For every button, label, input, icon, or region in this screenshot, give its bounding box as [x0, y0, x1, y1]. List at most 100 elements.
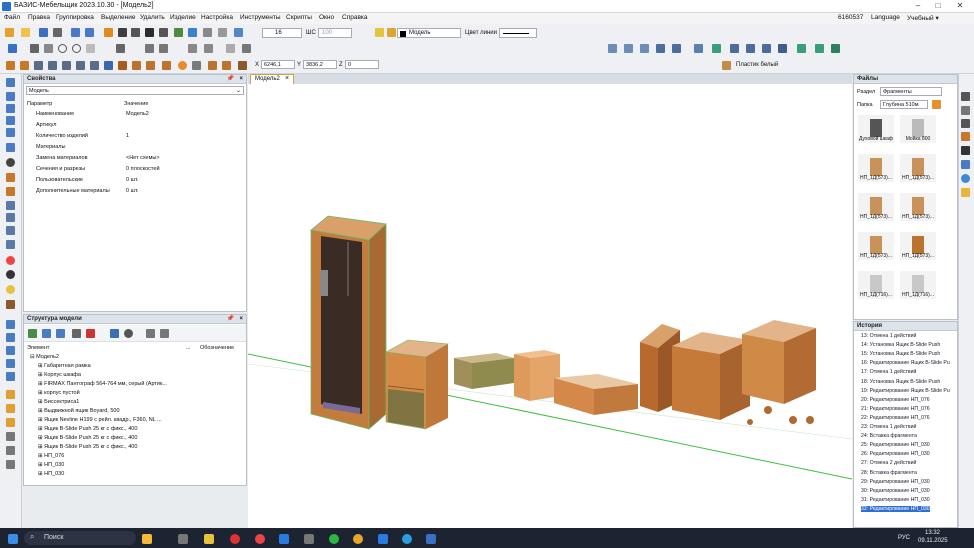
start-icon[interactable]	[8, 534, 18, 544]
panel-tool-8-icon[interactable]	[104, 61, 113, 70]
panel-tool-3-icon[interactable]	[34, 61, 43, 70]
scissors-icon[interactable]	[218, 28, 227, 37]
struct-tool-9-icon[interactable]	[160, 329, 169, 338]
panel-tool-14-icon[interactable]	[222, 61, 231, 70]
shade-icon[interactable]	[712, 44, 721, 53]
app-2-icon[interactable]	[304, 534, 314, 544]
zoom-tool-icon[interactable]	[6, 446, 15, 455]
vtool-23-icon[interactable]	[6, 418, 15, 427]
vtool-10-icon[interactable]	[6, 226, 15, 235]
line-width-select[interactable]: 16	[262, 28, 302, 38]
history-item[interactable]: 24: Вставка фрагмента	[861, 433, 917, 439]
pencil-icon[interactable]	[203, 28, 212, 37]
drawer-cabinet[interactable]	[385, 339, 449, 430]
property-value[interactable]: 0 шт.	[126, 188, 138, 194]
tree-item[interactable]: ⊞ Биссектриса1	[38, 399, 79, 405]
coord-z-field[interactable]: 0	[345, 60, 379, 69]
vtool-1-icon[interactable]	[6, 78, 15, 87]
material-icon[interactable]	[831, 44, 840, 53]
history-item[interactable]: 15: Установка Ящик B-Slide Push	[861, 351, 940, 357]
folder-up-icon[interactable]	[932, 100, 941, 109]
zoom-icon[interactable]	[279, 534, 289, 544]
menu-grouping[interactable]: Группировка	[56, 14, 94, 21]
panel-tool-4-icon[interactable]	[48, 61, 57, 70]
history-item[interactable]: 22: Редактирование НП_076	[861, 415, 930, 421]
vtool-21-icon[interactable]	[6, 390, 15, 399]
cursor-icon[interactable]	[8, 44, 17, 53]
tree-item[interactable]: ⊞ Габаритная рамка	[38, 363, 91, 369]
camera-icon[interactable]	[797, 44, 806, 53]
rtool-8-icon[interactable]	[961, 188, 970, 197]
rtool-2-icon[interactable]	[961, 106, 970, 115]
tree-item[interactable]: ⊞ Ящик Nevline H199 с рейл. квадр., F360…	[38, 417, 162, 423]
shc-select[interactable]: 100	[318, 28, 352, 38]
history-item[interactable]: 17: Отмена 1 действий	[861, 369, 916, 375]
render-icon[interactable]	[694, 44, 703, 53]
arrow-select-icon[interactable]	[188, 28, 197, 37]
vtool-9-icon[interactable]	[6, 213, 15, 222]
struct-tool-5-icon[interactable]	[86, 329, 95, 338]
panel-tool-5-icon[interactable]	[62, 61, 71, 70]
panel-tool-12-icon[interactable]	[162, 61, 171, 70]
viewport[interactable]	[247, 84, 853, 528]
struct-tool-1-icon[interactable]	[28, 329, 37, 338]
panel-tool-7-icon[interactable]	[90, 61, 99, 70]
zoom-window-icon[interactable]	[746, 44, 755, 53]
tree-item[interactable]: ⊞ НП_076	[38, 453, 64, 459]
struct-tool-3-icon[interactable]	[56, 329, 65, 338]
vtool-19-icon[interactable]	[6, 359, 15, 368]
light-icon[interactable]	[815, 44, 824, 53]
hatch-icon[interactable]	[204, 44, 213, 53]
history-item[interactable]: 26: Редактирование НП_030	[861, 451, 930, 457]
measure-icon[interactable]	[226, 44, 235, 53]
history-item[interactable]: 25: Редактирование НП_030	[861, 442, 930, 448]
app-3-icon[interactable]	[378, 534, 388, 544]
history-item[interactable]: 30: Редактирование НП_030	[861, 488, 930, 494]
panel-tool-13-icon[interactable]	[208, 61, 217, 70]
property-value[interactable]: 0 шт.	[126, 177, 138, 183]
task-view-icon[interactable]	[178, 534, 188, 544]
vtool-26-icon[interactable]	[6, 460, 15, 469]
tall-cabinet[interactable]	[310, 215, 387, 430]
menu-help[interactable]: Справка	[342, 14, 368, 21]
tree-item[interactable]: ⊞ корпус пустой	[38, 390, 80, 396]
panel-tool-10-icon[interactable]	[132, 61, 141, 70]
whatsapp-icon[interactable]	[329, 534, 339, 544]
print-icon[interactable]	[53, 28, 62, 37]
tree-item[interactable]: ⊞ Ящик B-Slide Push 25 кг с фикс., 400	[38, 426, 137, 432]
trim-icon[interactable]	[159, 44, 168, 53]
rectangle-icon[interactable]	[44, 44, 53, 53]
coord-x-field[interactable]: 6246,1	[261, 60, 295, 69]
vtool-17-icon[interactable]	[6, 333, 15, 342]
fillet-icon[interactable]	[145, 44, 154, 53]
pinterest-icon[interactable]	[255, 534, 265, 544]
rtool-3-icon[interactable]	[961, 119, 970, 128]
fastener-icon[interactable]	[192, 61, 201, 70]
view-right-icon[interactable]	[656, 44, 665, 53]
pan-icon[interactable]	[778, 44, 787, 53]
panel-tool-11-icon[interactable]	[146, 61, 155, 70]
panel-tool-2-icon[interactable]	[20, 61, 29, 70]
view-top-icon[interactable]	[624, 44, 633, 53]
menu-file[interactable]: Файл	[4, 14, 20, 21]
drawer-box-3[interactable]	[554, 374, 638, 415]
spline-icon[interactable]	[116, 44, 125, 53]
wireframe-icon[interactable]	[730, 44, 739, 53]
sigma-icon[interactable]	[961, 146, 970, 155]
hardware-icon[interactable]	[178, 61, 187, 70]
menu-tools[interactable]: Инструменты	[240, 14, 281, 21]
vtool-12-icon[interactable]	[6, 256, 15, 265]
clock-time[interactable]: 13:32	[925, 530, 940, 536]
history-item[interactable]: 18: Установка Ящик B-Slide Push	[861, 379, 940, 385]
vtool-22-icon[interactable]	[6, 404, 15, 413]
maximize-button[interactable]: □	[928, 0, 948, 12]
property-value[interactable]: <Нет схемы>	[126, 155, 160, 161]
language-menu[interactable]: Language	[871, 14, 900, 21]
folder-select[interactable]: Глубина 510м	[880, 100, 928, 109]
chrome-icon[interactable]	[353, 534, 363, 544]
close-button[interactable]: ✕	[950, 0, 970, 12]
double-drawer-cabinet[interactable]	[742, 320, 816, 404]
open-folder-icon[interactable]	[21, 28, 30, 37]
rtool-6-icon[interactable]	[961, 160, 970, 169]
properties-selector[interactable]: Модель ⌄	[26, 86, 244, 95]
